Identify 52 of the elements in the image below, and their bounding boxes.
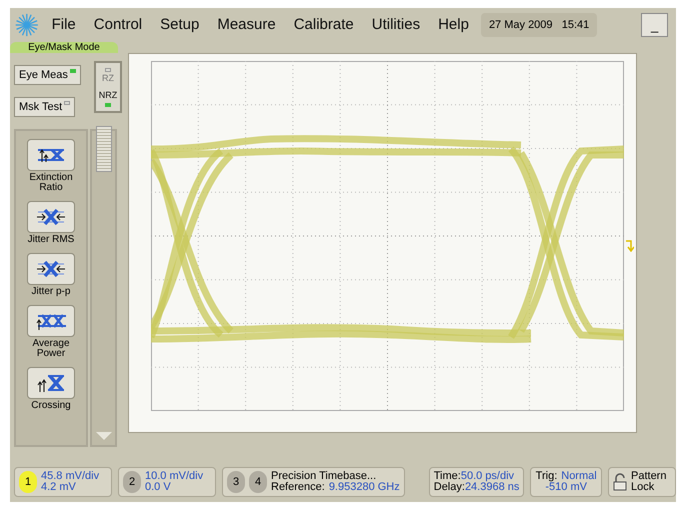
pattern-lock-label: Pattern Lock xyxy=(631,471,668,493)
measurement-label: Average Power xyxy=(31,339,71,359)
menu-item[interactable]: Utilities xyxy=(372,14,420,36)
time-scale-label: Time: xyxy=(434,471,461,482)
minimize-button[interactable]: _ xyxy=(641,13,668,37)
scrollbar[interactable] xyxy=(90,129,117,447)
rz-nrz-toggle[interactable]: RZ NRZ xyxy=(94,61,122,113)
timebase-title: Precision Timebase... xyxy=(271,471,378,482)
trigger-mode: Normal xyxy=(561,471,597,482)
measurement-button[interactable] xyxy=(27,253,75,285)
reference-value: 9.953280 GHz xyxy=(328,482,400,493)
measurement-button[interactable] xyxy=(27,139,75,171)
measurement-button[interactable] xyxy=(27,201,75,233)
trigger-level: -510 mV xyxy=(545,482,587,493)
trigger-level-marker-icon xyxy=(626,240,634,252)
eye-measurement-icon xyxy=(34,258,68,280)
menu-item[interactable]: Setup xyxy=(160,14,200,36)
channel-number-badge: 3 xyxy=(227,471,245,493)
mode-tab[interactable]: Eye/Mask Mode xyxy=(10,42,118,53)
pattern-lock-button[interactable]: Pattern Lock xyxy=(608,467,676,497)
trigger-label: Trig: xyxy=(536,471,558,482)
time-scale-button[interactable]: Time:50.0 ps/div Delay:24.3968 ns xyxy=(428,467,524,497)
measurement-label: Jitter RMS xyxy=(26,235,76,245)
channel-offset: 4.2 mV xyxy=(41,482,77,493)
channel-number-badge: 1 xyxy=(19,471,37,493)
menu-item[interactable]: Measure xyxy=(217,14,276,36)
mode-button[interactable]: Msk Test xyxy=(14,97,76,117)
scroll-thumb[interactable] xyxy=(96,126,112,172)
format-label: NRZ xyxy=(98,89,118,102)
channel-offset: 0.0 V xyxy=(145,482,172,493)
menu-item[interactable]: Control xyxy=(94,14,142,36)
time-scale-value: 50.0 ps/div xyxy=(460,471,514,482)
delay-label: Delay: xyxy=(434,482,465,493)
delay-value: 24.3968 ns xyxy=(464,482,520,493)
measurement-label: Jitter p-p xyxy=(30,287,72,297)
channel-scale: 45.8 mV/div xyxy=(41,471,100,482)
format-label: RZ xyxy=(102,72,114,84)
measurement-button[interactable] xyxy=(27,367,75,399)
measurement-label: Crossing xyxy=(30,401,72,411)
menu-item[interactable]: Calibrate xyxy=(294,14,354,36)
mode-button[interactable]: Eye Meas xyxy=(14,65,81,85)
menu-item[interactable]: File xyxy=(52,14,76,36)
date-time-display: 27 May 2009 15:41 xyxy=(480,12,598,38)
channel-number-badge: 2 xyxy=(123,471,141,493)
measurement-label: Extinction Ratio xyxy=(28,173,74,193)
eye-measurement-icon xyxy=(34,206,68,228)
menu-item[interactable]: Help xyxy=(438,14,469,36)
reference-label: Reference: xyxy=(271,482,325,493)
measurement-button[interactable] xyxy=(27,305,75,337)
trigger-button[interactable]: Trig: Normal -510 mV xyxy=(530,467,602,497)
channel-scale: 10.0 mV/div xyxy=(145,471,204,482)
channel-number-badge: 4 xyxy=(249,471,267,493)
